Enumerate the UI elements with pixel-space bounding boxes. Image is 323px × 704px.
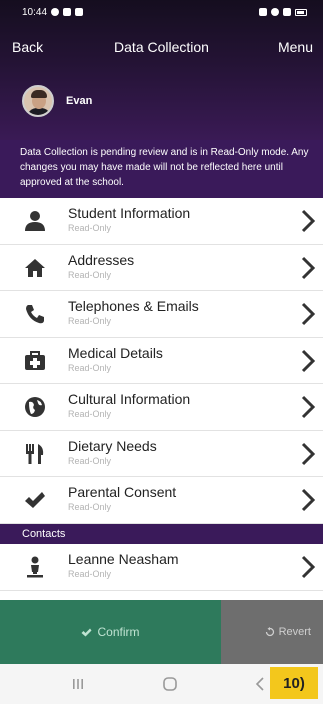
chevron-right-icon	[301, 256, 316, 279]
revert-label: Revert	[278, 626, 311, 638]
gallery-icon	[75, 8, 84, 16]
list-item-dietary-needs[interactable]: Dietary Needs Read-Only	[0, 430, 323, 477]
status-time: 10:44	[22, 6, 48, 18]
contacts-section-header: Contacts	[0, 524, 323, 544]
menu-button[interactable]: Menu	[278, 39, 313, 55]
list-item-label: Leanne Neasham	[68, 551, 179, 567]
action-bar: Confirm Revert	[0, 600, 323, 664]
list-item-label: Addresses	[68, 251, 135, 268]
wifi-icon	[271, 8, 279, 16]
list-item-student-information[interactable]: Student Information Read-Only	[0, 198, 323, 245]
list-item-medical-details[interactable]: Medical Details Read-Only	[0, 337, 323, 384]
list-item-label: Medical Details	[68, 344, 163, 361]
home-button-icon[interactable]	[160, 674, 180, 694]
avatar	[22, 85, 54, 117]
revert-button[interactable]: Revert	[221, 600, 323, 664]
confirm-button[interactable]: Confirm	[0, 600, 221, 664]
list-item-status: Read-Only	[68, 455, 112, 466]
app-header: 10:44 Back Data Collection Menu Evan	[0, 0, 323, 140]
person-icon	[25, 211, 45, 231]
list-item-status: Read-Only	[68, 502, 112, 512]
list-item-label: Dietary Needs	[68, 437, 157, 454]
confirm-label: Confirm	[97, 625, 140, 639]
checkmark-icon	[25, 492, 45, 508]
list-item-contact-leanne-neasham[interactable]: Leanne Neasham Read-Only	[0, 544, 323, 591]
list-item-status: Read-Only	[68, 409, 112, 419]
back-button[interactable]: Back	[12, 39, 43, 55]
nav-bar: Back Data Collection Menu	[0, 36, 323, 58]
notification-icon	[51, 8, 60, 16]
list-item-status: Read-Only	[68, 316, 112, 326]
globe-icon	[25, 397, 45, 417]
list-item-telephones-emails[interactable]: Telephones & Emails Read-Only	[0, 291, 323, 338]
check-icon	[81, 628, 92, 636]
battery-icon	[295, 8, 307, 16]
section-list: Student Information Read-Only Addresses …	[0, 198, 323, 524]
message-icon	[63, 8, 72, 16]
cutlery-icon	[26, 443, 44, 464]
phone-icon	[26, 305, 44, 324]
student-profile[interactable]: Evan	[22, 82, 92, 120]
chevron-right-icon	[301, 349, 316, 372]
chevron-right-icon	[301, 395, 316, 419]
student-name: Evan	[66, 95, 93, 107]
list-item-addresses[interactable]: Addresses Read-Only	[0, 244, 323, 291]
list-item-status: Read-Only	[68, 569, 112, 579]
undo-icon	[265, 627, 274, 637]
list-item-status: Read-Only	[68, 362, 112, 373]
chevron-right-icon	[301, 209, 316, 233]
medical-kit-icon	[25, 350, 45, 370]
list-item-parental-consent[interactable]: Parental Consent Read-Only	[0, 477, 323, 524]
list-item-label: Cultural Information	[68, 391, 191, 407]
list-item-label: Telephones & Emails	[68, 298, 199, 314]
chevron-right-icon	[301, 555, 316, 579]
read-only-notice: Data Collection is pending review and is…	[0, 140, 323, 198]
list-item-label: Parental Consent	[68, 484, 177, 500]
page-title: Data Collection	[114, 39, 209, 55]
list-item-status: Read-Only	[68, 223, 112, 233]
signal-icon	[283, 8, 291, 16]
home-icon	[25, 258, 45, 277]
contact-person-icon	[27, 556, 43, 578]
mute-icon	[259, 8, 267, 16]
chevron-right-icon	[301, 442, 316, 465]
step-badge: 10)	[270, 667, 318, 699]
back-nav-icon[interactable]	[250, 674, 270, 694]
status-bar: 10:44	[0, 0, 323, 24]
list-item-label: Student Information	[68, 205, 191, 221]
contacts-list: Leanne Neasham Read-Only	[0, 544, 323, 591]
chevron-right-icon	[301, 302, 316, 326]
list-item-status: Read-Only	[68, 269, 112, 280]
chevron-right-icon	[301, 488, 316, 512]
list-item-cultural-information[interactable]: Cultural Information Read-Only	[0, 384, 323, 431]
recent-apps-icon[interactable]	[68, 674, 88, 694]
